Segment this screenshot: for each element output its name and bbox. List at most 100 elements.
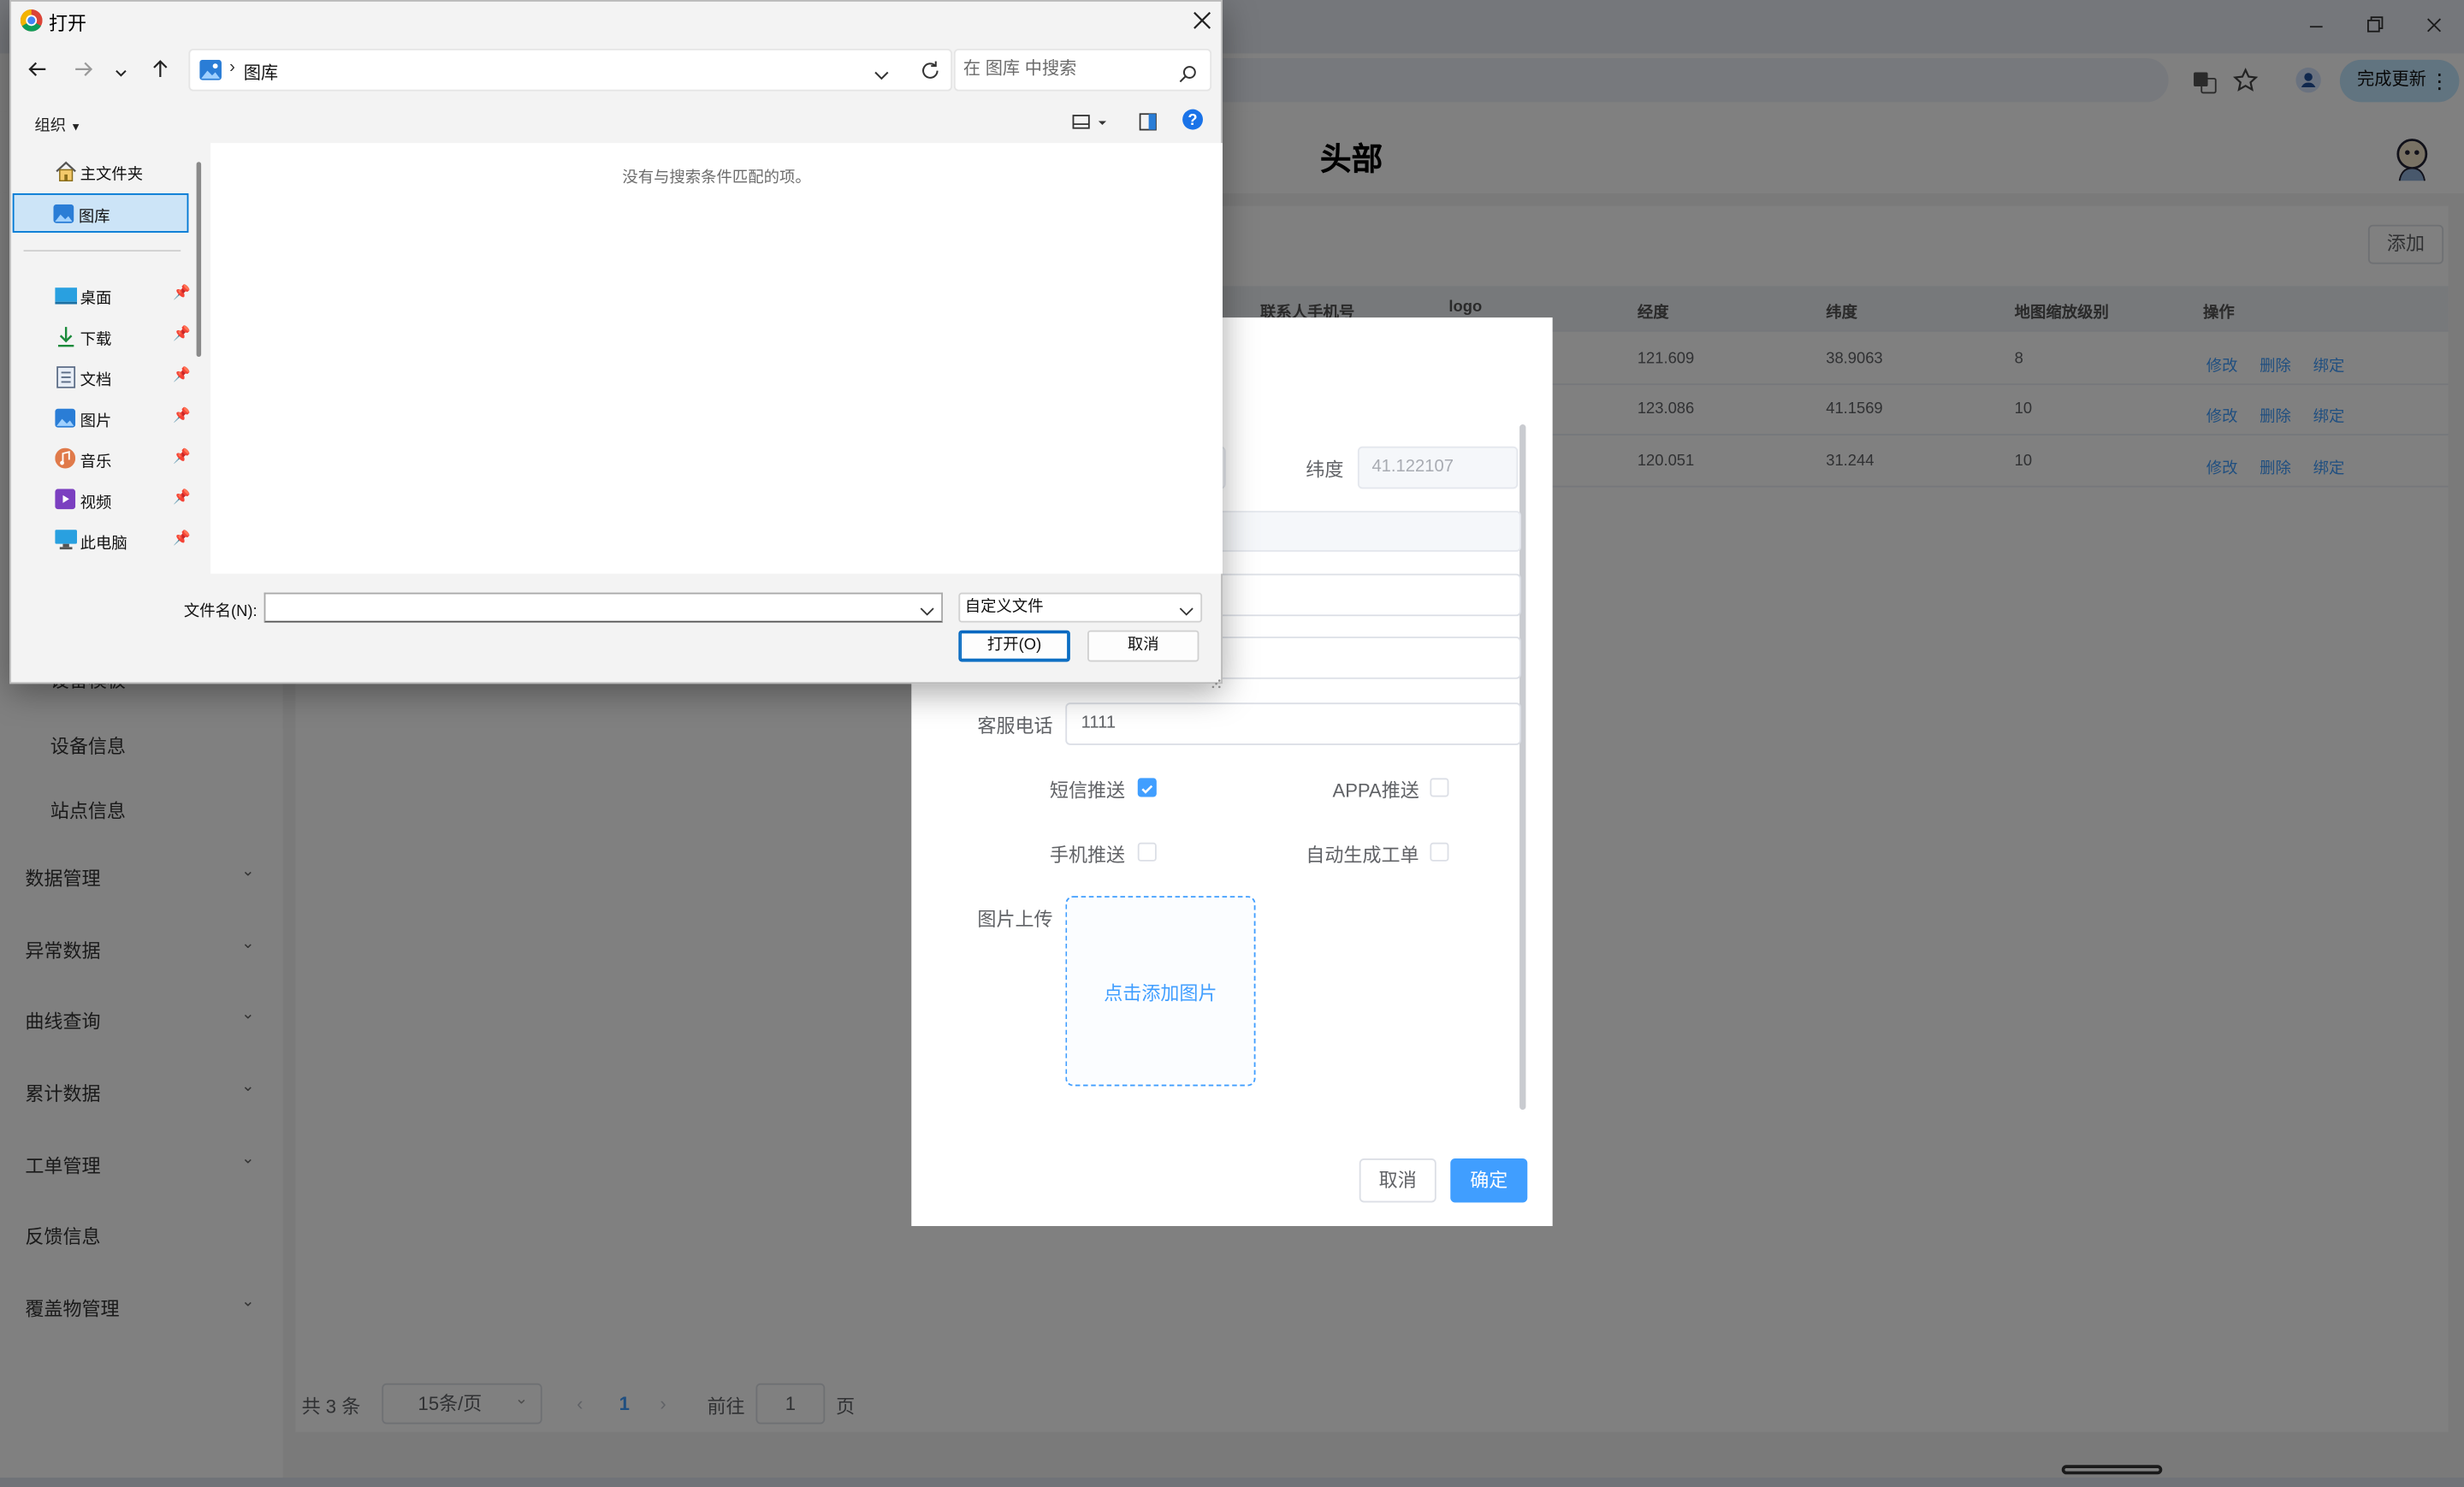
sidebar-item-site-info[interactable]: 站点信息 xyxy=(50,797,126,823)
auto-ticket-checkbox[interactable] xyxy=(1430,842,1449,862)
organize-menu[interactable]: 组织 ▼ xyxy=(34,111,81,135)
pin-icon[interactable]: 📌 xyxy=(173,366,191,383)
dialog-title: 打开 xyxy=(48,12,87,35)
star-icon[interactable] xyxy=(2232,68,2259,92)
minimize-icon[interactable] xyxy=(2304,15,2329,34)
update-button[interactable]: 完成更新 ⋮ xyxy=(2339,59,2460,103)
sidebar-item-label: 覆盖物管理 xyxy=(25,1298,120,1321)
pin-icon[interactable]: 📌 xyxy=(173,448,191,465)
page-size-select[interactable]: 15条/页 ⌄ xyxy=(382,1383,542,1425)
filetype-select[interactable]: 自定义文件 xyxy=(958,592,1203,623)
sidebar-item-label: 累计数据 xyxy=(25,1082,101,1105)
preview-pane-icon[interactable] xyxy=(1139,111,1158,131)
update-label: 完成更新 xyxy=(2357,70,2426,90)
form-confirm-button[interactable]: 确定 xyxy=(1450,1158,1528,1203)
view-options-icon[interactable] xyxy=(1072,111,1110,130)
nav-item-label: 音乐 xyxy=(80,453,112,472)
sidebar-item-curve-query[interactable]: 曲线查询 ⌄ xyxy=(25,1006,261,1034)
refresh-icon[interactable] xyxy=(919,60,941,82)
edit-link[interactable]: 修改 xyxy=(2206,352,2238,376)
sidebar-item-feedback[interactable]: 反馈信息 xyxy=(25,1223,261,1249)
sidebar-item-abnormal-data[interactable]: 异常数据 ⌄ xyxy=(25,935,261,963)
nav-item-label: 下载 xyxy=(80,331,112,349)
delete-link[interactable]: 删除 xyxy=(2260,352,2291,376)
table-header-zoom: 地图缩放级别 xyxy=(2014,305,2109,323)
current-page-number[interactable]: 1 xyxy=(619,1393,630,1415)
nav-item-pictures[interactable]: 图片 📌 xyxy=(13,400,191,435)
prev-page-icon[interactable]: ‹ xyxy=(577,1393,583,1415)
mobile-push-checkbox[interactable] xyxy=(1137,842,1157,862)
customer-phone-input[interactable]: 1111 xyxy=(1065,702,1521,745)
goto-page-input[interactable]: 1 xyxy=(755,1383,826,1425)
appa-push-checkbox[interactable] xyxy=(1430,778,1449,797)
filename-input[interactable] xyxy=(264,592,944,623)
nav-item-this-pc[interactable]: 此电脑 📌 xyxy=(13,524,191,558)
form-cancel-button[interactable]: 取消 xyxy=(1359,1158,1436,1203)
nav-item-music[interactable]: 音乐 📌 xyxy=(13,441,191,476)
dialog-close-icon[interactable] xyxy=(1191,9,1213,32)
image-upload-area[interactable]: 点击添加图片 xyxy=(1065,896,1256,1087)
delete-link[interactable]: 删除 xyxy=(2260,402,2291,426)
up-arrow-icon[interactable] xyxy=(149,58,171,80)
edit-link[interactable]: 修改 xyxy=(2206,402,2238,426)
help-icon[interactable]: ? xyxy=(1182,109,1204,131)
pin-icon[interactable]: 📌 xyxy=(173,285,191,302)
pin-icon[interactable]: 📌 xyxy=(173,489,191,506)
customer-phone-label: 客服电话 xyxy=(977,714,1053,738)
sidebar-item-overlay-management[interactable]: 覆盖物管理 ⌄ xyxy=(25,1294,261,1322)
horizontal-scrollbar[interactable] xyxy=(2061,1465,2163,1475)
bind-link[interactable]: 绑定 xyxy=(2313,402,2345,426)
goto-label: 前往 xyxy=(707,1395,745,1419)
sidebar-item-label: 设备信息 xyxy=(50,735,126,758)
latitude-label: 纬度 xyxy=(1306,459,1344,482)
sidebar-item-device-info[interactable]: 设备信息 xyxy=(50,732,126,759)
empty-results-message: 没有与搜索条件匹配的项。 xyxy=(622,169,811,187)
user-avatar-icon[interactable] xyxy=(2391,135,2432,182)
latitude-input[interactable]: 41.122107 xyxy=(1357,446,1519,489)
sidebar-item-data-management[interactable]: 数据管理 ⌄ xyxy=(25,863,261,891)
pin-icon[interactable]: 📌 xyxy=(173,325,191,342)
address-dropdown-icon[interactable] xyxy=(872,62,891,80)
sidebar-item-label: 异常数据 xyxy=(25,939,101,963)
filetype-dropdown-icon xyxy=(1179,601,1194,616)
nav-item-home[interactable]: 主文件夹 xyxy=(13,154,189,188)
translate-icon[interactable] xyxy=(2192,69,2217,94)
nav-item-desktop[interactable]: 桌面 📌 xyxy=(13,278,191,312)
breadcrumb-current[interactable]: 图库 xyxy=(244,60,278,85)
auto-ticket-label: 自动生成工单 xyxy=(1306,844,1419,867)
cancel-button[interactable]: 取消 xyxy=(1087,630,1199,662)
video-icon xyxy=(55,489,76,510)
bind-link[interactable]: 绑定 xyxy=(2313,454,2345,477)
add-button[interactable]: 添加 xyxy=(2367,224,2444,264)
bind-link[interactable]: 绑定 xyxy=(2313,352,2345,376)
pin-icon[interactable]: 📌 xyxy=(173,530,191,547)
back-arrow-icon[interactable] xyxy=(27,58,49,80)
nav-item-videos[interactable]: 视频 📌 xyxy=(13,483,191,517)
restore-icon[interactable] xyxy=(2362,13,2387,38)
recent-locations-chevron-icon[interactable] xyxy=(111,62,130,77)
sms-push-checkbox[interactable] xyxy=(1137,778,1157,797)
nav-scrollbar[interactable] xyxy=(196,162,202,358)
close-window-icon[interactable] xyxy=(2421,13,2446,38)
nav-item-gallery[interactable]: 图库 xyxy=(12,193,189,233)
open-button[interactable]: 打开(O) xyxy=(958,630,1070,662)
resize-grip-icon[interactable] xyxy=(1208,668,1221,689)
pin-icon[interactable]: 📌 xyxy=(173,407,191,424)
sidebar-item-cumulative-data[interactable]: 累计数据 ⌄ xyxy=(25,1078,261,1106)
search-input[interactable]: 在 图库 中搜索 xyxy=(953,48,1212,92)
next-page-icon[interactable]: › xyxy=(660,1393,666,1415)
edit-link[interactable]: 修改 xyxy=(2206,454,2238,477)
delete-link[interactable]: 删除 xyxy=(2260,454,2291,477)
mobile-push-label: 手机推送 xyxy=(1049,844,1126,867)
address-bar[interactable] xyxy=(1099,57,2169,103)
page-unit-label: 页 xyxy=(836,1395,856,1419)
nav-item-documents[interactable]: 文档 📌 xyxy=(13,360,191,394)
filename-dropdown-icon[interactable] xyxy=(919,601,934,616)
nav-item-downloads[interactable]: 下载 📌 xyxy=(13,319,191,353)
sidebar-item-ticket-management[interactable]: 工单管理 ⌄ xyxy=(25,1151,261,1179)
address-breadcrumb[interactable]: › 图库 xyxy=(188,48,953,92)
breadcrumb-separator: › xyxy=(229,57,235,78)
profile-icon[interactable] xyxy=(2295,67,2321,93)
forward-arrow-icon[interactable] xyxy=(72,58,94,80)
file-list-pane[interactable] xyxy=(210,143,1223,574)
